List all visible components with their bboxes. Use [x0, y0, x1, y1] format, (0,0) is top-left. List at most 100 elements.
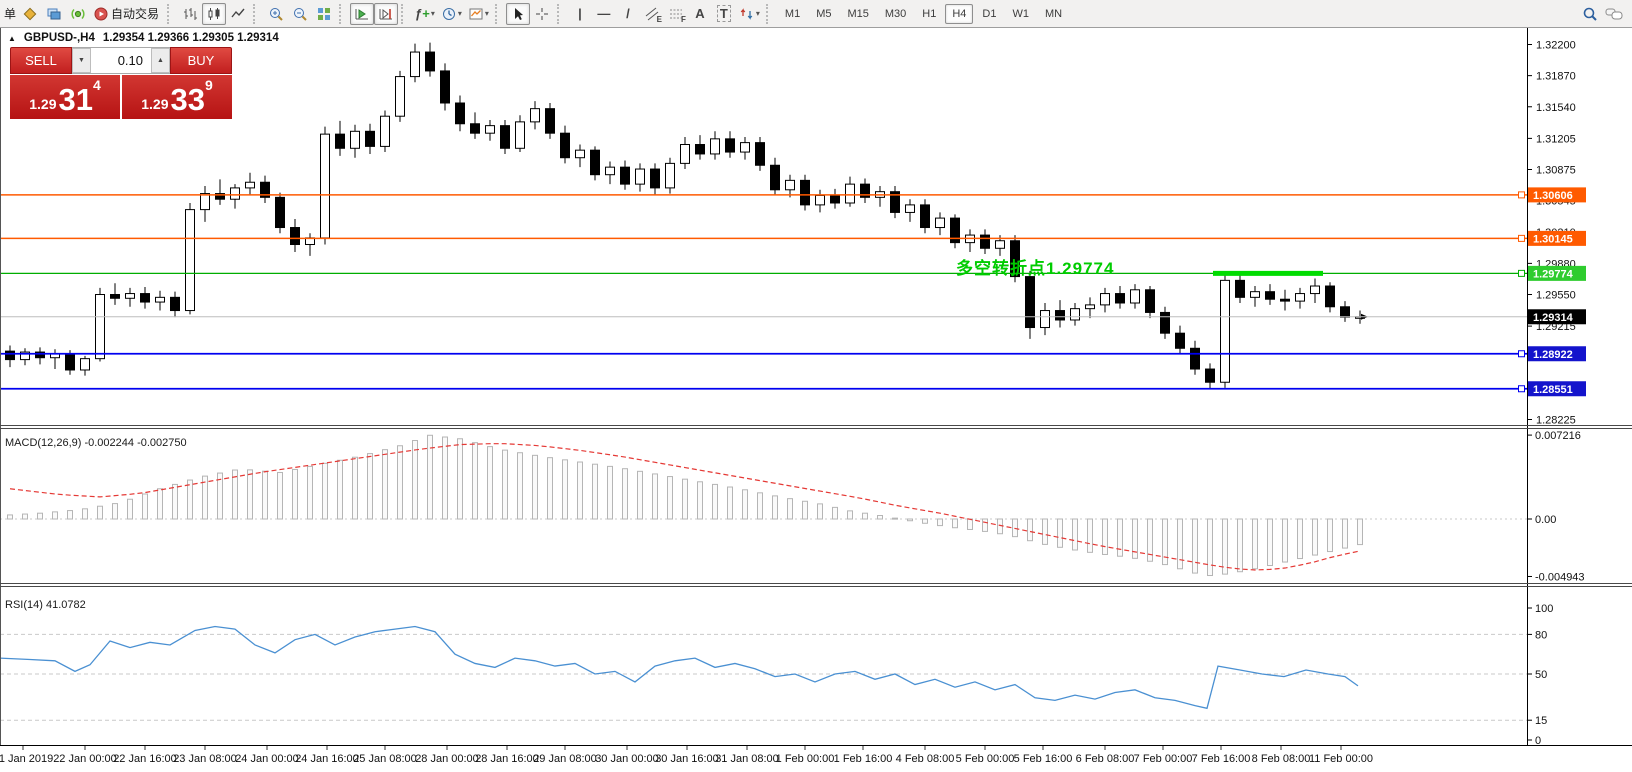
time-tick-label: 22 Jan 16:00	[113, 753, 177, 765]
candlestick-chart-button[interactable]	[202, 3, 226, 25]
macd-bar	[803, 501, 808, 519]
channel-tool-button[interactable]: E	[640, 3, 664, 25]
indicators-button[interactable]: ƒ + ▾	[412, 3, 438, 25]
time-tick-label: 7 Feb 16:00	[1192, 753, 1251, 765]
macd-bar	[323, 463, 328, 519]
zoom-out-button[interactable]	[288, 3, 312, 25]
hline-handle[interactable]	[1519, 270, 1525, 276]
tile-windows-button[interactable]	[312, 3, 336, 25]
channel-letter: E	[657, 16, 662, 24]
timeframe-mn-button[interactable]: MN	[1038, 4, 1069, 24]
fibonacci-tool-button[interactable]: F	[664, 3, 688, 25]
templates-button[interactable]: ▾	[465, 3, 492, 25]
timeframe-m15-button[interactable]: M15	[840, 4, 875, 24]
volume-spinner: ▼ ▲	[72, 47, 170, 74]
chat-button[interactable]	[1602, 3, 1626, 25]
bull-candle	[711, 139, 720, 154]
search-button[interactable]	[1578, 3, 1602, 25]
timeframe-w1-button[interactable]: W1	[1005, 4, 1036, 24]
timeframe-m30-button[interactable]: M30	[878, 4, 913, 24]
macd-bar	[1118, 519, 1123, 556]
toolbar-grip	[167, 4, 175, 24]
hline-handle[interactable]	[1519, 386, 1525, 392]
search-icon	[1582, 6, 1598, 22]
label-tool-button[interactable]: T	[712, 3, 736, 25]
hline-handle[interactable]	[1519, 192, 1525, 198]
bull-candle	[906, 205, 915, 213]
buy-price-panel[interactable]: 1.29 33 9	[122, 75, 232, 119]
bear-candle	[1146, 290, 1155, 313]
label-tool-icon: T	[717, 5, 731, 22]
volume-increase-button[interactable]: ▲	[151, 48, 170, 73]
price-badge: 1.29314	[1528, 309, 1586, 324]
bull-candle	[1071, 309, 1080, 320]
bear-candle	[291, 228, 300, 245]
macd-bar	[938, 519, 943, 526]
gold-diamond-button[interactable]	[18, 3, 42, 25]
bull-candle	[606, 167, 615, 175]
timeframe-h1-button[interactable]: H1	[915, 4, 943, 24]
autotrading-button[interactable]: 自动交易	[90, 3, 164, 25]
timeframe-m5-button[interactable]: M5	[809, 4, 838, 24]
bear-candle	[621, 167, 630, 184]
periods-button[interactable]: ▾	[438, 3, 465, 25]
bear-candle	[1056, 311, 1065, 320]
bear-candle	[831, 195, 840, 203]
toolbar-grip	[557, 4, 565, 24]
macd-bar	[83, 509, 88, 519]
macd-bar	[578, 462, 583, 519]
pivot-annotation-text[interactable]: 多空转折点1.29774	[956, 254, 1114, 279]
buy-price-pip: 9	[205, 77, 213, 93]
bull-candle	[381, 116, 390, 146]
trendline-tool-button[interactable]: /	[616, 3, 640, 25]
zoom-in-button[interactable]	[264, 3, 288, 25]
cursor-button[interactable]	[506, 3, 530, 25]
buy-button[interactable]: BUY	[170, 47, 232, 74]
macd-bar	[473, 443, 478, 519]
crosshair-button[interactable]	[530, 3, 554, 25]
macd-bar	[413, 441, 418, 519]
macd-bar	[1073, 519, 1078, 550]
new-order-label[interactable]: 单	[2, 5, 18, 22]
time-tick-label: 5 Feb 00:00	[956, 753, 1015, 765]
bear-candle	[471, 124, 480, 133]
bar-chart-button[interactable]	[178, 3, 202, 25]
bear-candle	[366, 131, 375, 146]
timeframe-h4-button[interactable]: H4	[945, 4, 973, 24]
hline-handle[interactable]	[1519, 351, 1525, 357]
vertical-line-tool-button[interactable]: |	[568, 3, 592, 25]
plus-icon: +	[422, 6, 430, 21]
chart-shift-button[interactable]	[374, 3, 398, 25]
ohlc-values: 1.29354 1.29366 1.29305 1.29314	[103, 32, 279, 44]
timeframe-m1-button[interactable]: M1	[778, 4, 807, 24]
candlestick-chart-icon	[206, 6, 222, 22]
bear-candle	[1026, 277, 1035, 328]
signal-button[interactable]	[66, 3, 90, 25]
volume-input[interactable]	[91, 48, 151, 73]
timeframe-d1-button[interactable]: D1	[975, 4, 1003, 24]
arrows-tool-button[interactable]: ▾	[736, 3, 763, 25]
one-click-trading-panel: SELL ▼ ▲ BUY 1.29 31 4 1.29 33 9	[10, 47, 232, 119]
horizontal-line-tool-button[interactable]: —	[592, 3, 616, 25]
text-tool-button[interactable]: A	[688, 3, 712, 25]
pivot-trendline-segment[interactable]	[1213, 271, 1323, 276]
macd-bar	[1343, 519, 1348, 548]
bear-candle	[696, 145, 705, 154]
toolbar-grip	[401, 4, 409, 24]
time-tick-label: 1 Feb 16:00	[834, 753, 893, 765]
macd-bar	[308, 466, 313, 519]
svg-text:1.28922: 1.28922	[1533, 349, 1573, 361]
macd-axis-label: 0.00	[1535, 514, 1556, 526]
auto-scroll-button[interactable]	[350, 3, 374, 25]
sell-price-panel[interactable]: 1.29 31 4	[10, 75, 120, 119]
volume-decrease-button[interactable]: ▼	[72, 48, 91, 73]
time-tick-label: 1 Feb 00:00	[776, 753, 835, 765]
sell-button[interactable]: SELL	[10, 47, 72, 74]
chart-canvas[interactable]: 1.322001.318701.315401.312051.308751.305…	[0, 28, 1632, 772]
line-chart-button[interactable]	[226, 3, 250, 25]
market-watch-button[interactable]	[42, 3, 66, 25]
collapse-chart-icon[interactable]: ▲	[8, 34, 16, 43]
bear-candle	[456, 103, 465, 124]
hline-handle[interactable]	[1519, 235, 1525, 241]
macd-indicator-label: MACD(12,26,9) -0.002244 -0.002750	[5, 437, 187, 449]
